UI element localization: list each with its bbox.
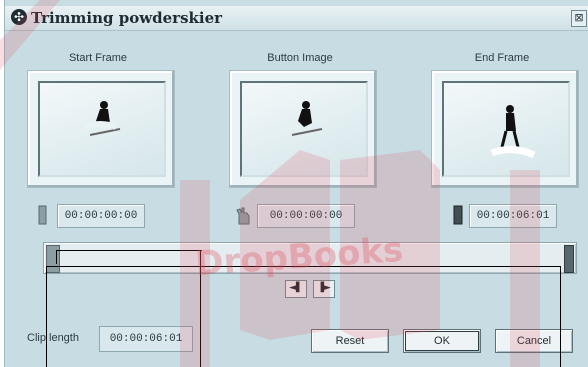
button-image-image — [240, 81, 368, 177]
start-frame-preview — [27, 70, 175, 188]
end-timecode-field[interactable]: 00:00:06:01 — [469, 204, 557, 228]
end-frame-label: End Frame — [474, 52, 530, 64]
trim-scrubber-track[interactable] — [43, 242, 577, 274]
ok-button[interactable]: OK — [403, 329, 481, 353]
start-frame-label: Start Frame — [68, 52, 128, 64]
hand-pointer-icon[interactable] — [233, 204, 253, 226]
start-marker-icon[interactable] — [37, 204, 49, 226]
callout-line — [56, 250, 202, 251]
callout-line — [200, 250, 201, 367]
start-frame-image — [38, 81, 166, 177]
title-bar[interactable]: ✣ Trimming powderskier ⊠ — [5, 6, 588, 31]
reset-button[interactable]: Reset — [311, 329, 389, 353]
callout-line — [560, 266, 561, 367]
end-marker-icon[interactable] — [451, 204, 465, 226]
clip-length-label: Clip length — [27, 332, 79, 344]
app-icon: ✣ — [11, 9, 27, 25]
skier-figure — [82, 101, 121, 136]
button-image-preview — [229, 70, 377, 188]
trimming-dialog: ✣ Trimming powderskier ⊠ Start Frame But… — [4, 0, 588, 367]
step-back-button[interactable]: ◄▌ — [285, 280, 307, 298]
step-forward-button[interactable]: ▐► — [313, 280, 335, 298]
button-image-timecode-field[interactable]: 00:00:00:00 — [257, 204, 355, 228]
close-button[interactable]: ⊠ — [571, 10, 587, 27]
callout-line — [46, 266, 561, 267]
end-frame-preview — [431, 70, 579, 188]
skier-figure — [291, 101, 323, 136]
clip-length-field: 00:00:06:01 — [99, 326, 193, 352]
trim-end-handle[interactable] — [564, 245, 574, 273]
end-frame-image — [442, 81, 570, 177]
window-title: Trimming powderskier — [31, 9, 223, 27]
skier-figure — [490, 105, 536, 159]
button-image-label: Button Image — [267, 52, 333, 64]
callout-line — [46, 266, 47, 367]
cancel-button[interactable]: Cancel — [495, 329, 573, 353]
start-timecode-field[interactable]: 00:00:00:00 — [57, 204, 145, 228]
callout-line — [56, 250, 57, 264]
